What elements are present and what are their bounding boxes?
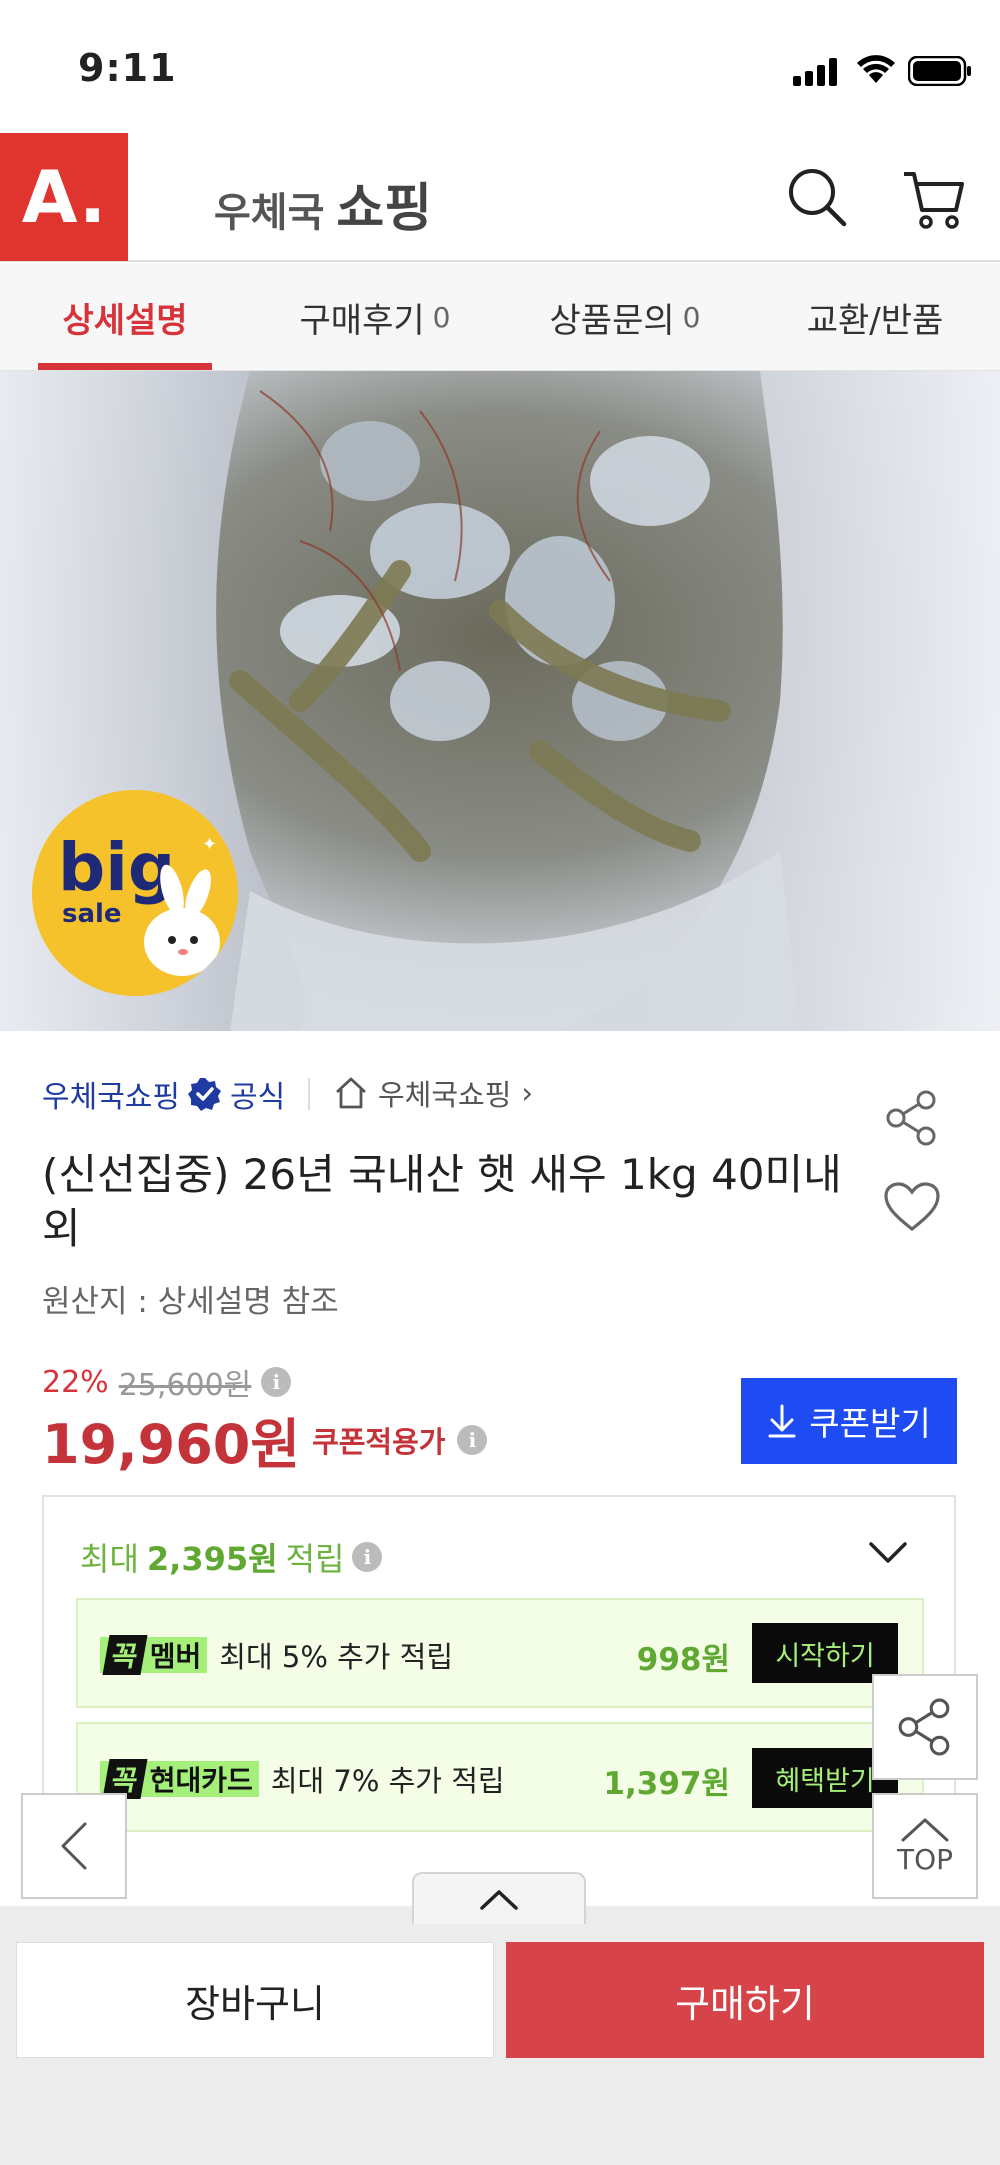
active-tab-indicator <box>38 363 212 370</box>
verified-badge-icon <box>188 1078 221 1111</box>
share-icon <box>898 1698 950 1756</box>
final-price-row: 19,960원 쿠폰적용가 i <box>42 1400 488 1479</box>
chevron-right-icon: › <box>521 1076 534 1110</box>
reward-item-label: 꼭 멤버 최대 5% 추가 적립 <box>100 1634 453 1676</box>
tab-questions[interactable]: 상품문의 0 <box>500 263 750 371</box>
price-discount-row: 22% 25,600원 i <box>42 1360 292 1404</box>
tab-count: 0 <box>432 300 451 334</box>
cellular-signal-icon <box>793 58 837 86</box>
app-logo[interactable]: A. <box>0 133 128 261</box>
floating-share-button[interactable] <box>872 1674 978 1780</box>
top-label: TOP <box>896 1842 954 1876</box>
member-tag: 꼭 멤버 <box>100 1635 208 1675</box>
battery-icon <box>908 56 971 86</box>
add-to-cart-button[interactable]: 장바구니 <box>16 1942 494 2058</box>
tab-reviews[interactable]: 구매후기 0 <box>250 263 500 371</box>
tab-label: 교환/반품 <box>806 300 944 341</box>
badge-line1: big <box>58 829 175 906</box>
product-title: (신선집중) 26년 국내산 햇 새우 1kg 40미내외 <box>42 1150 842 1253</box>
store-link[interactable]: 우체국쇼핑 › <box>334 1072 533 1114</box>
reward-amount: 1,397원 <box>603 1766 730 1802</box>
reward-desc: 최대 7% 추가 적립 <box>270 1764 505 1798</box>
rewards-summary[interactable]: 최대 2,395원 적립 i <box>80 1534 383 1580</box>
search-icon[interactable] <box>786 166 848 228</box>
tab-count: 0 <box>682 300 701 334</box>
tab-label: 상세설명 <box>62 300 188 341</box>
wifi-icon <box>857 55 895 83</box>
chevron-down-icon[interactable] <box>868 1540 908 1566</box>
reward-desc: 최대 5% 추가 적립 <box>219 1640 454 1674</box>
rewards-prefix: 최대 <box>80 1540 139 1578</box>
info-icon[interactable]: i <box>261 1367 292 1397</box>
seller-name: 우체국쇼핑 <box>42 1080 180 1115</box>
scroll-top-button[interactable]: TOP <box>872 1793 978 1899</box>
brand-title[interactable]: 우체국 쇼핑 <box>214 166 432 241</box>
tab-description[interactable]: 상세설명 <box>0 263 250 371</box>
status-time: 9:11 <box>78 46 177 90</box>
chevron-left-icon <box>61 1822 87 1870</box>
reward-amount: 998원 <box>636 1642 730 1678</box>
rewards-amount: 2,395원 <box>146 1540 278 1578</box>
divider <box>308 1078 310 1110</box>
svg-text:✦: ✦ <box>202 834 217 855</box>
rewards-suffix: 적립 <box>285 1540 345 1578</box>
official-label: 공식 <box>230 1080 286 1115</box>
brand-prefix: 우체국 <box>214 190 325 236</box>
back-button[interactable] <box>21 1793 127 1899</box>
heart-icon[interactable] <box>884 1182 940 1232</box>
badge-line2: sale <box>62 899 122 929</box>
buy-now-button[interactable]: 구매하기 <box>506 1942 984 2058</box>
final-price: 19,960원 <box>42 1413 301 1476</box>
reward-item-label: 꼭 현대카드 최대 7% 추가 적립 <box>100 1758 505 1800</box>
store-label: 우체국쇼핑 <box>378 1078 512 1112</box>
original-price: 25,600원 <box>118 1368 252 1403</box>
download-icon <box>768 1404 796 1438</box>
discount-rate: 22% <box>42 1364 109 1400</box>
coupon-download-button[interactable]: 쿠폰받기 <box>741 1378 957 1464</box>
coupon-label: 쿠폰받기 <box>809 1404 931 1443</box>
app-header <box>0 132 1000 262</box>
home-icon <box>336 1077 366 1109</box>
product-origin: 원산지 : 상세설명 참조 <box>42 1284 339 1320</box>
expand-handle[interactable] <box>412 1872 586 1924</box>
info-icon[interactable]: i <box>457 1424 488 1455</box>
big-sale-badge: big sale ✦ <box>32 790 238 996</box>
tab-label: 상품문의 <box>549 300 675 341</box>
tab-label: 구매후기 <box>299 300 425 341</box>
info-icon[interactable]: i <box>352 1542 383 1572</box>
brand-main: 쇼핑 <box>336 179 433 239</box>
share-icon[interactable] <box>884 1090 940 1146</box>
final-price-label: 쿠폰적용가 <box>312 1424 446 1459</box>
chevron-up-icon <box>901 1818 949 1841</box>
card-tag: 꼭 현대카드 <box>100 1759 259 1799</box>
cart-icon[interactable] <box>902 168 966 230</box>
seller-link[interactable]: 우체국쇼핑 공식 <box>42 1072 285 1116</box>
chevron-up-icon <box>480 1890 518 1910</box>
tab-exchange-return[interactable]: 교환/반품 <box>750 263 1000 371</box>
